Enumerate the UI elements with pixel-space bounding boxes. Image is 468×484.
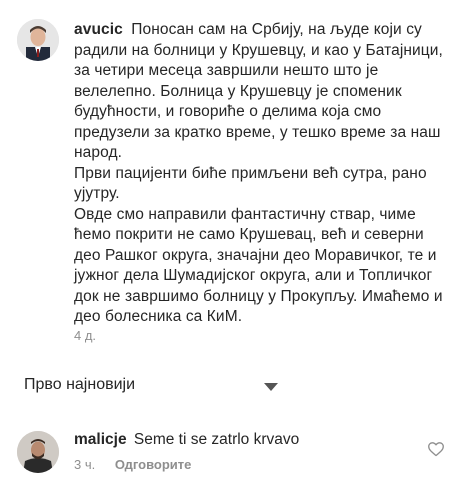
avatar[interactable] [17,19,59,61]
comment-username[interactable]: avucic [74,21,123,38]
reply-meta: 3 ч. Одговорите [74,457,191,472]
reply-username[interactable]: malicje [74,431,127,448]
comment-timestamp: 4 д. [74,328,97,343]
heart-icon[interactable] [427,441,445,457]
reply-comment-text: Seme ti se zatrlo krvavo [133,431,300,448]
reply-body: malicje Seme ti se zatrlo krvavo [74,430,299,450]
comment-text: Поносан сам на Србију, на људе који су р… [74,21,443,325]
comment-body: avucic Поносан сам на Србију, на људе ко… [74,20,454,328]
reply-timestamp: 3 ч. [74,457,96,472]
reply-button[interactable]: Одговорите [115,457,192,472]
sort-dropdown[interactable]: Прво најновији [24,376,444,398]
sort-label: Прво најновији [24,376,136,393]
reply-avatar[interactable] [17,431,59,473]
chevron-down-icon [264,383,278,391]
